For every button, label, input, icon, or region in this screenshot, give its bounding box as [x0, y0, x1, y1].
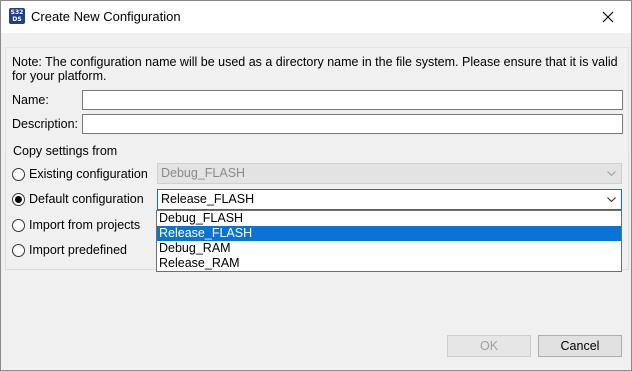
- dropdown-option-selected[interactable]: Release_FLASH: [157, 226, 621, 241]
- description-field[interactable]: [82, 114, 623, 134]
- dialog-window: S32 DS Create New Configuration Note: Th…: [0, 0, 632, 371]
- close-button[interactable]: [585, 1, 631, 32]
- app-icon: S32 DS: [9, 8, 25, 24]
- default-configuration-radio[interactable]: [12, 193, 25, 206]
- cancel-button[interactable]: Cancel: [538, 335, 622, 357]
- app-icon-text-bottom: DS: [12, 16, 22, 23]
- dropdown-option[interactable]: Release_RAM: [157, 256, 621, 271]
- dropdown-option[interactable]: Debug_RAM: [157, 241, 621, 256]
- dropdown-option[interactable]: Debug_FLASH: [157, 211, 621, 226]
- chevron-down-icon[interactable]: [605, 190, 617, 209]
- name-label: Name:: [12, 93, 49, 107]
- import-predefined-radio[interactable]: [12, 244, 25, 257]
- note-text: Note: The configuration name will be use…: [12, 55, 618, 83]
- copy-settings-title: Copy settings from: [13, 144, 118, 158]
- configuration-dropdown-list: Debug_FLASH Release_FLASH Debug_RAM Rele…: [156, 210, 622, 272]
- default-configuration-value: Release_FLASH: [161, 192, 255, 206]
- existing-configuration-value: Debug_FLASH: [161, 166, 246, 180]
- description-label: Description:: [12, 117, 78, 131]
- import-from-projects-label[interactable]: Import from projects: [29, 218, 140, 232]
- name-field[interactable]: [82, 90, 623, 110]
- app-icon-text-top: S32: [10, 9, 24, 16]
- import-predefined-label[interactable]: Import predefined: [29, 243, 127, 257]
- default-configuration-combo[interactable]: Release_FLASH: [157, 189, 622, 210]
- existing-configuration-radio[interactable]: [12, 168, 25, 181]
- window-title: Create New Configuration: [31, 9, 181, 24]
- default-configuration-label[interactable]: Default configuration: [29, 192, 144, 206]
- chevron-down-icon: [605, 164, 617, 183]
- close-icon: [602, 11, 614, 22]
- dialog-content: Note: The configuration name will be use…: [1, 33, 631, 370]
- existing-configuration-combo: Debug_FLASH: [157, 163, 622, 184]
- title-bar: S32 DS Create New Configuration: [1, 1, 631, 33]
- ok-button[interactable]: OK: [447, 335, 531, 357]
- import-from-projects-radio[interactable]: [12, 219, 25, 232]
- existing-configuration-label[interactable]: Existing configuration: [29, 167, 148, 181]
